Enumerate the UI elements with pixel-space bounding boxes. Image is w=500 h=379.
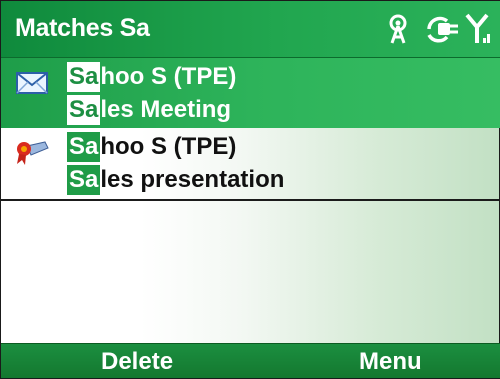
match-highlight: Sa [67, 95, 101, 125]
result-text: les presentation [100, 166, 285, 193]
delete-softkey[interactable]: Delete [101, 346, 173, 378]
match-highlight: Sa [67, 132, 101, 162]
email-icon [16, 72, 48, 94]
signal-strength-icon [465, 13, 490, 43]
softkey-bar: Delete Menu [1, 343, 500, 378]
task-ribbon-icon [17, 141, 49, 165]
screen-frame: Matches Sa Sa hoo S (TPE) Sa les Meeting… [0, 0, 500, 379]
list-item[interactable]: Sa hoo S (TPE) Sa les Meeting [1, 58, 500, 128]
title-bar: Matches Sa [1, 1, 500, 58]
signal-tower-icon [389, 14, 407, 44]
page-title: Matches Sa [15, 14, 150, 42]
result-text: hoo S (TPE) [100, 133, 237, 160]
match-highlight: Sa [67, 62, 101, 92]
match-highlight: Sa [67, 165, 101, 195]
list-divider [1, 199, 500, 201]
result-sender: Sa hoo S (TPE) [67, 130, 236, 164]
results-list: Sa hoo S (TPE) Sa les Meeting Sa hoo S (TPE… [1, 58, 500, 201]
result-subject: Sa les presentation [67, 163, 284, 197]
result-text: les Meeting [100, 96, 232, 123]
list-item[interactable]: Sa hoo S (TPE) Sa les presentation [1, 128, 500, 198]
result-text: hoo S (TPE) [100, 63, 237, 90]
status-icons [383, 12, 493, 46]
result-sender: Sa hoo S (TPE) [67, 60, 236, 94]
result-subject: Sa les Meeting [67, 93, 231, 127]
sync-plug-icon [427, 16, 458, 43]
menu-softkey[interactable]: Menu [359, 346, 422, 378]
